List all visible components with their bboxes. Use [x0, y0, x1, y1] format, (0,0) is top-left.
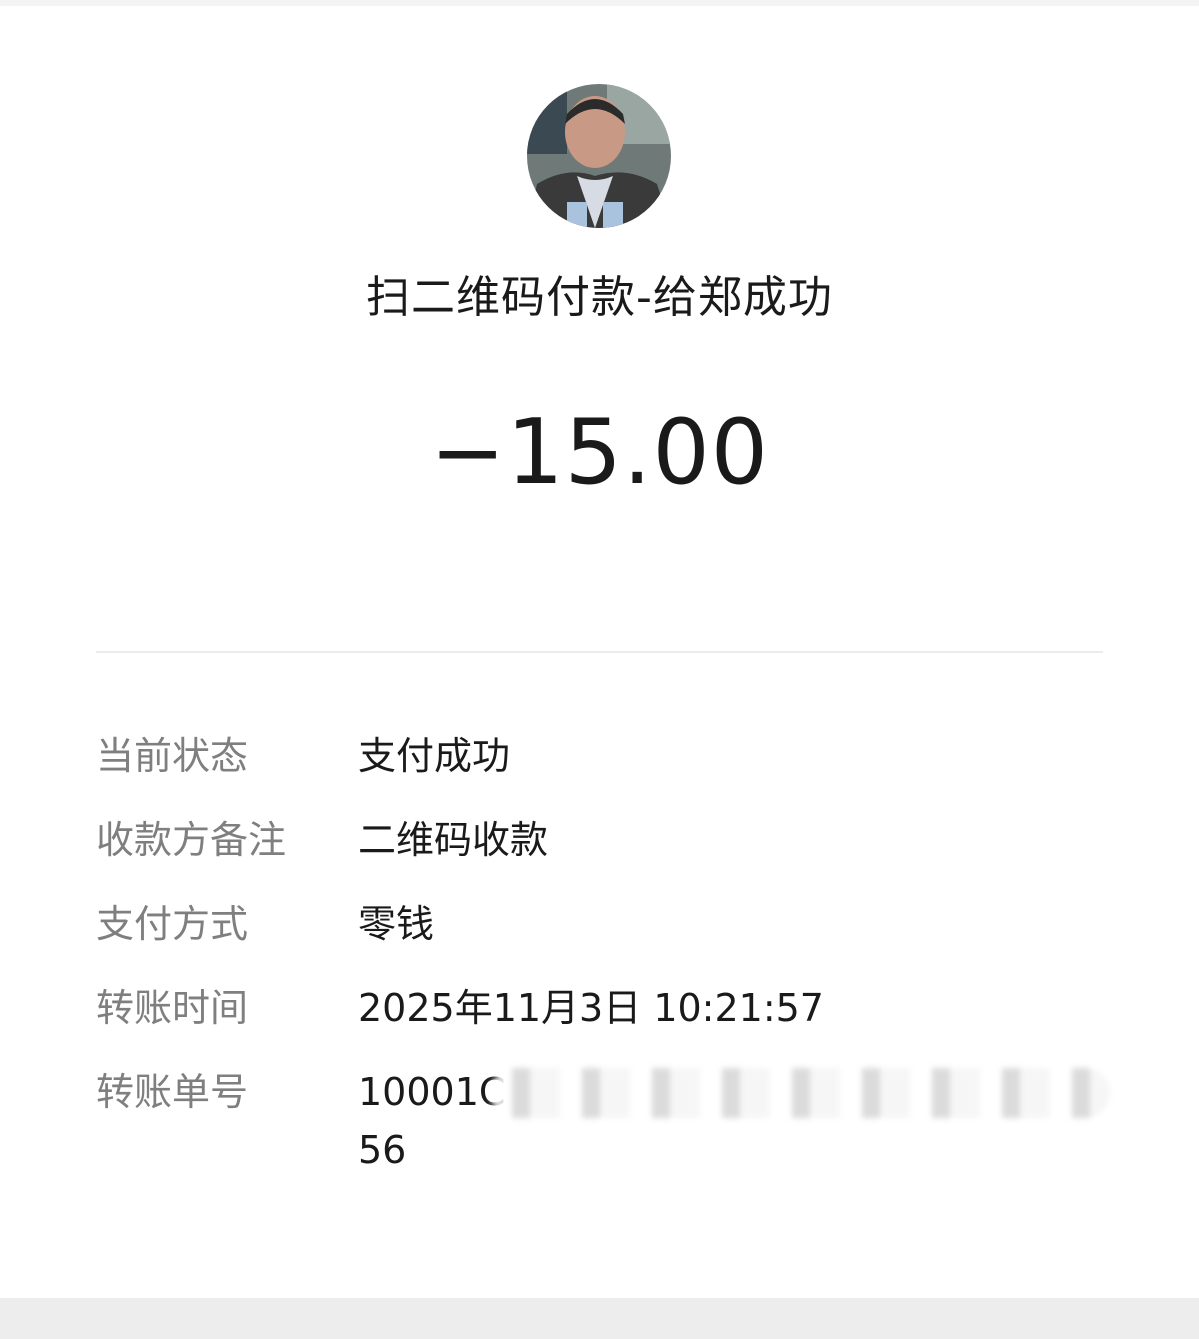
detail-value: 支付成功 [358, 734, 511, 778]
detail-label: 当前状态 [96, 734, 249, 778]
detail-value: 2025年11月3日 10:21:57 [358, 986, 824, 1030]
bottom-bar [0, 1298, 1199, 1339]
transfer-number-value[interactable]: 10001C [358, 1062, 505, 1122]
divider [96, 651, 1103, 653]
detail-value: 二维码收款 [358, 818, 549, 862]
detail-label: 转账单号 [96, 1070, 249, 1114]
transfer-number-value-line2[interactable]: 56 [358, 1120, 406, 1180]
payment-amount: −15.00 [429, 400, 770, 505]
payment-detail-card: 扫二维码付款-给郑成功 −15.00 当前状态 支付成功 收款方备注 二维码收款… [0, 0, 1199, 1298]
page-title: 扫二维码付款-给郑成功 [366, 272, 833, 323]
avatar-photo [527, 84, 671, 228]
detail-row-payee-note: 收款方备注 二维码收款 [0, 810, 1199, 870]
payee-avatar[interactable] [527, 84, 671, 228]
detail-value: 零钱 [358, 902, 435, 946]
detail-label: 支付方式 [96, 902, 249, 946]
detail-row-status: 当前状态 支付成功 [0, 726, 1199, 786]
detail-label: 转账时间 [96, 986, 249, 1030]
detail-row-transfer-time: 转账时间 2025年11月3日 10:21:57 [0, 978, 1199, 1038]
redaction-blur [490, 1068, 1110, 1118]
detail-label: 收款方备注 [96, 818, 287, 862]
detail-row-payment-method: 支付方式 零钱 [0, 894, 1199, 954]
